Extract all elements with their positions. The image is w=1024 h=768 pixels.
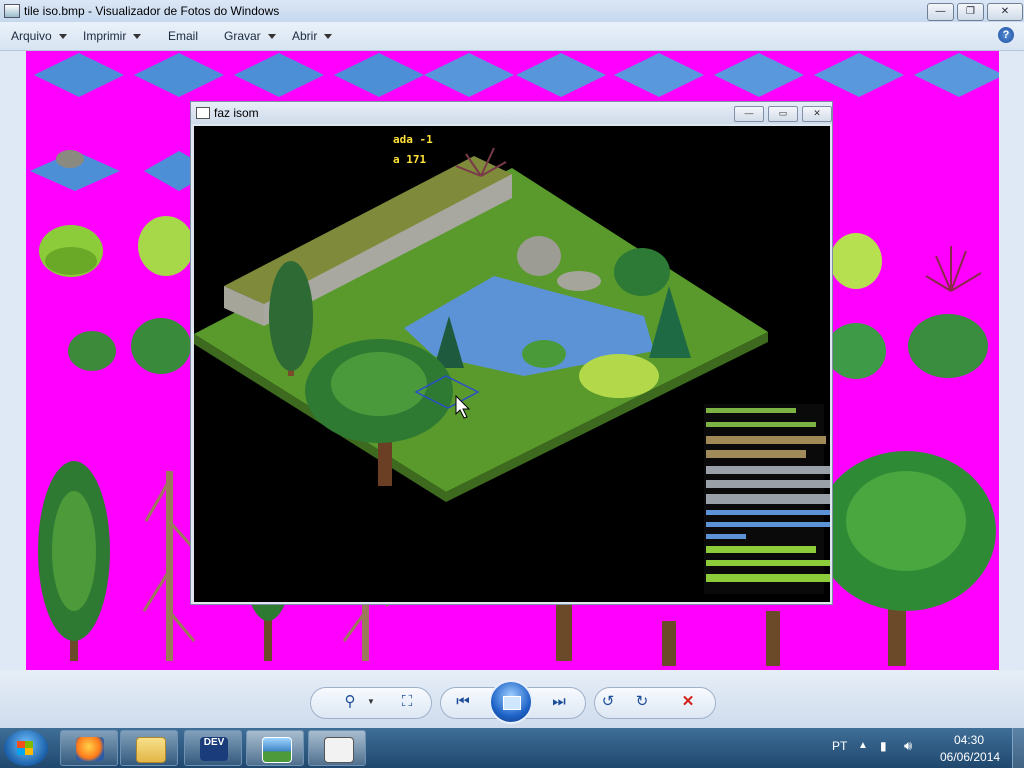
menu-gravar-label: Gravar [224, 29, 261, 43]
bush [614, 248, 670, 296]
delete-icon[interactable]: ✕ [678, 693, 698, 711]
grass-bushes-left [39, 216, 194, 374]
slideshow-icon [503, 696, 521, 710]
previous-icon[interactable]: ⏮ [453, 693, 473, 711]
taskbar-firefox[interactable] [60, 730, 118, 766]
chevron-down-icon [324, 34, 333, 40]
menu-arquivo-label: Arquivo [11, 29, 52, 43]
photo-viewer-icon [4, 4, 20, 18]
menu-gravar[interactable]: Gravar [224, 29, 276, 43]
game-minimize-button[interactable]: — [734, 106, 764, 122]
chevron-down-icon [267, 34, 276, 40]
window-titlebar[interactable]: tile iso.bmp - Visualizador de Fotos do … [0, 0, 1024, 22]
folder-icon [136, 737, 166, 763]
game-maximize-button[interactable]: ▭ [768, 106, 798, 122]
grass-bushes-right [826, 233, 988, 379]
taskbar-game-window[interactable] [308, 730, 366, 766]
windows-logo-icon [17, 741, 33, 755]
tile-palette [704, 404, 830, 594]
help-button[interactable]: ? [998, 27, 1014, 43]
menu-imprimir-label: Imprimir [83, 29, 127, 43]
taskbar-explorer[interactable] [120, 730, 178, 766]
menu-imprimir[interactable]: Imprimir [83, 29, 142, 43]
taskbar-photo-viewer[interactable] [246, 730, 304, 766]
game-window-title: faz isom [214, 106, 259, 120]
slideshow-button[interactable] [489, 680, 533, 724]
photo-viewer-icon [262, 737, 292, 763]
show-desktop-button[interactable] [1012, 728, 1024, 768]
devcpp-icon: DEV [200, 737, 228, 761]
taskbar-devcpp[interactable]: DEV [184, 730, 242, 766]
hud-line-1: ada -1 [393, 133, 433, 146]
menu-abrir-label: Abrir [292, 29, 318, 43]
game-close-button[interactable]: ✕ [802, 106, 832, 122]
firefox-icon [76, 737, 104, 761]
restore-button[interactable]: ❐ [957, 3, 984, 21]
menu-email[interactable]: Email [168, 29, 198, 43]
window-title: tile iso.bmp - Visualizador de Fotos do … [24, 4, 280, 18]
chevron-down-icon [58, 34, 67, 40]
rotate-left-icon[interactable]: ↺ [598, 693, 618, 711]
menu-bar: Arquivo Imprimir Email Gravar Abrir [0, 22, 1024, 51]
language-indicator[interactable]: PT [832, 739, 847, 753]
chevron-down-icon[interactable]: ▼ [361, 693, 381, 711]
chevron-down-icon [133, 34, 142, 40]
hud-line-2: a 171 [393, 153, 427, 166]
tall-tree [269, 261, 313, 371]
game-canvas[interactable]: ada -1 a 171 [194, 126, 830, 602]
rock [517, 236, 561, 276]
clock-date[interactable]: 06/06/2014 [940, 750, 1000, 764]
tall-grass [579, 354, 659, 398]
menu-email-label: Email [168, 29, 199, 43]
menu-abrir[interactable]: Abrir [292, 29, 333, 43]
next-icon[interactable]: ⏭ [549, 693, 569, 711]
game-window-titlebar[interactable]: faz isom — ▭ ✕ [191, 102, 832, 124]
water-tiles-row [34, 53, 999, 97]
volume-icon[interactable]: 🔊︎ [904, 738, 912, 754]
menu-arquivo[interactable]: Arquivo [11, 29, 67, 43]
fit-to-window-icon[interactable]: ⛶ [397, 693, 417, 711]
minimize-button[interactable]: — [927, 3, 954, 21]
chevron-up-icon[interactable]: ▲ [858, 740, 868, 751]
rotate-right-icon[interactable]: ↻ [632, 693, 652, 711]
app-window-icon [196, 107, 210, 119]
app-window-icon [324, 737, 354, 763]
game-window[interactable]: faz isom — ▭ ✕ ada -1 a 171 [190, 101, 833, 605]
network-icon[interactable]: ▮ [880, 739, 887, 753]
zoom-icon[interactable]: ⚲ [340, 693, 360, 711]
close-button[interactable]: ✕ [987, 3, 1023, 21]
start-button[interactable] [4, 730, 48, 766]
isometric-map [194, 147, 830, 594]
clock-time[interactable]: 04:30 [954, 733, 984, 747]
